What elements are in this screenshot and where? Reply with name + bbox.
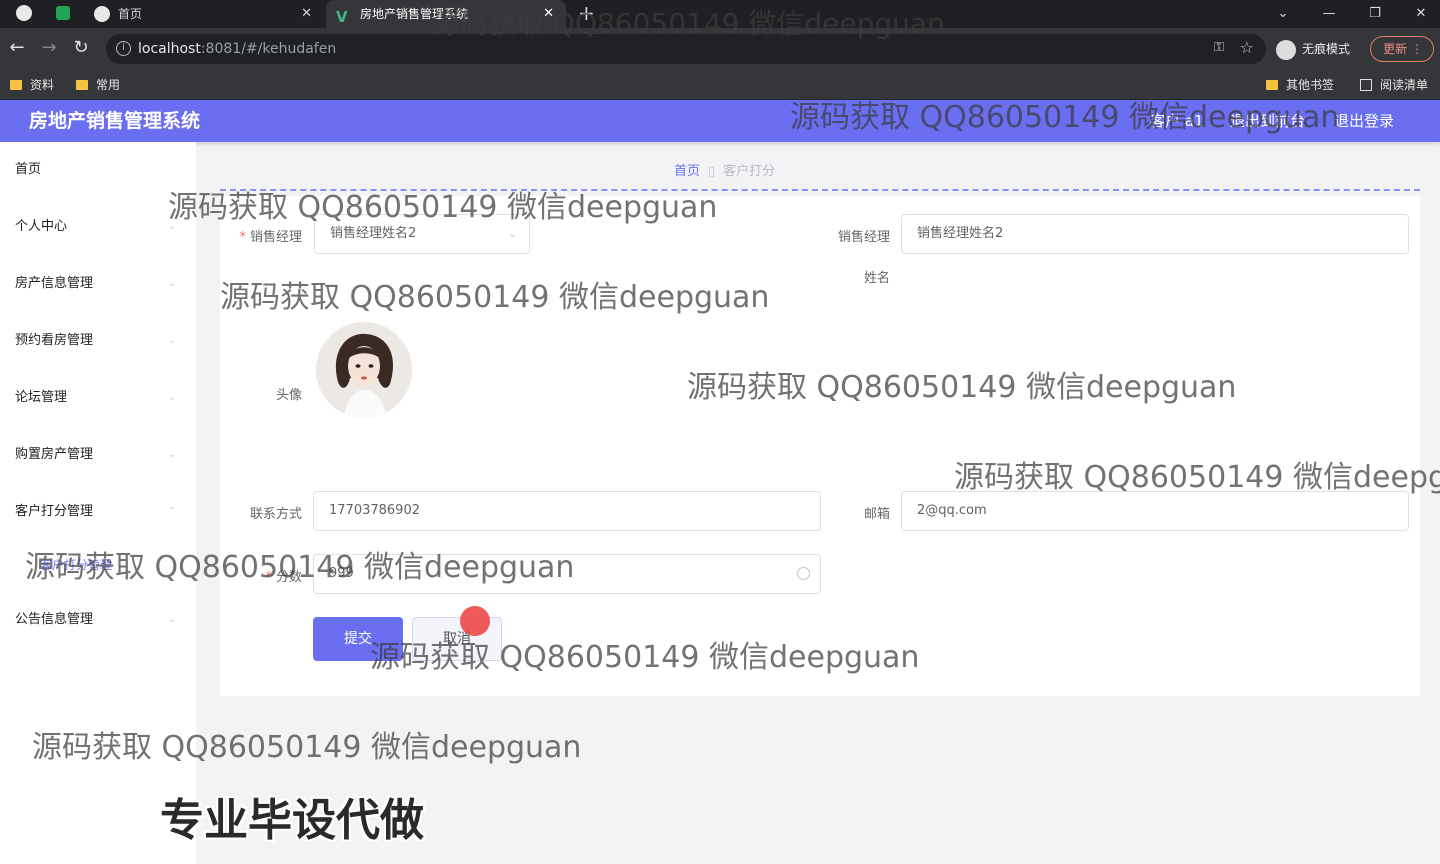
sidebar-item-purchase[interactable]: 购置房产管理 ⌄ [0, 427, 196, 483]
app-title: 房地产销售管理系统 [29, 110, 201, 132]
app-tab-icon[interactable] [56, 6, 70, 20]
avatar [316, 322, 412, 418]
score-form: * 销售经理 销售经理姓名2 ⌄ 销售经理 姓名 销售经理姓名2 头像 联系方式… [220, 196, 1420, 696]
sidebar-item-profile[interactable]: 个人中心 ⌄ [0, 199, 196, 255]
chevron-down-icon: ⌄ [167, 392, 176, 403]
sidebar-item-property[interactable]: 房产信息管理 ⌄ [0, 256, 196, 312]
tab-close-icon[interactable]: ✕ [543, 0, 554, 28]
submit-button[interactable]: 提交 [313, 617, 403, 661]
manager-name-label-2: 姓名 [863, 271, 890, 286]
vue-icon: V [336, 8, 348, 26]
browser-tab-strip: 首页 ✕ V 房地产销售管理系统 ✕ + ⌄ — ❐ ✕ [0, 0, 1440, 28]
address-bar: ← → ↻ i localhost:8081/#/kehudafen ⚿ ☆ 无… [0, 28, 1440, 70]
site-info-icon[interactable]: i [116, 41, 131, 56]
logout-link[interactable]: 退出登录 [1334, 100, 1394, 142]
bookmark-folder[interactable]: 常用 [76, 70, 120, 100]
manager-name-label: 销售经理 [837, 230, 890, 245]
breadcrumb-home[interactable]: 首页 [674, 164, 700, 179]
score-label: * 分数 [265, 570, 302, 585]
avatar-label: 头像 [275, 388, 302, 403]
sidebar-subitem-scoring[interactable]: 客户打分管理 [40, 556, 112, 573]
manager-select[interactable]: 销售经理姓名2 ⌄ [314, 214, 530, 254]
back-icon[interactable]: ← [6, 37, 28, 59]
more-vert-icon: ⋮ [1411, 42, 1423, 56]
tab-search-icon[interactable]: ⌄ [1268, 0, 1298, 28]
contact-label: 联系方式 [249, 507, 302, 522]
globe-icon [94, 6, 110, 22]
manager-name-field[interactable]: 销售经理姓名2 [901, 214, 1409, 254]
breadcrumb: 首页 ▯ 客户打分 [674, 160, 775, 179]
folder-icon [76, 80, 88, 90]
folder-icon [10, 80, 22, 90]
other-bookmarks[interactable]: 其他书签 [1266, 70, 1334, 100]
sidebar: 首页 个人中心 ⌄ 房产信息管理 ⌄ 预约看房管理 ⌄ 论坛管理 ⌄ 购置房产管理 ⌄ 客… [0, 142, 196, 864]
mouse-cursor-highlight [460, 606, 490, 636]
browser-menu-icon[interactable] [16, 5, 32, 21]
url-path: :8081/#/kehudafen [200, 41, 337, 57]
bookmark-folder[interactable]: 资料 [10, 70, 54, 100]
breadcrumb-current: 客户打分 [723, 164, 776, 179]
manager-label: * 销售经理 [239, 230, 302, 245]
sidebar-item-home[interactable]: 首页 [0, 142, 196, 198]
password-key-icon[interactable]: ⚿ [1214, 40, 1224, 55]
folder-icon [1266, 80, 1278, 90]
chevron-down-icon: ⌄ [167, 278, 176, 289]
reload-icon[interactable]: ↻ [70, 37, 92, 59]
reading-list[interactable]: 阅读清单 [1360, 70, 1428, 100]
email-label: 邮箱 [863, 507, 890, 522]
chevron-down-icon: ⌄ [167, 614, 176, 625]
chevron-down-icon: ⌄ [167, 335, 176, 346]
avatar-image [316, 322, 412, 418]
contact-field[interactable]: 17703786902 [313, 491, 821, 531]
chevron-down-icon: ⌄ [167, 449, 176, 460]
tab-home[interactable]: 首页 ✕ [84, 0, 324, 28]
promo-caption: 专业毕设代做 [160, 795, 424, 846]
divider [220, 189, 1420, 191]
restore-icon[interactable]: ❐ [1360, 0, 1390, 28]
breadcrumb-separator-icon: ▯ [708, 164, 716, 179]
minimize-icon[interactable]: — [1314, 0, 1344, 28]
clear-icon[interactable] [797, 567, 810, 580]
app-header: 房地产销售管理系统 客户 a1 退出到前台 退出登录 [0, 100, 1440, 142]
email-field[interactable]: 2@qq.com [901, 491, 1409, 531]
chevron-down-icon: ⌄ [167, 221, 176, 232]
bookmarks-bar: 资料 常用 其他书签 阅读清单 [0, 70, 1440, 100]
incognito-icon [1276, 39, 1296, 60]
bookmark-star-icon[interactable]: ☆ [1240, 38, 1254, 57]
sidebar-item-forum[interactable]: 论坛管理 ⌄ [0, 370, 196, 426]
tab-close-icon[interactable]: ✕ [301, 0, 312, 28]
chevron-down-icon: ⌄ [507, 227, 517, 240]
sidebar-item-scoring[interactable]: 客户打分管理 ⌃ [0, 484, 196, 540]
url-host: localhost [138, 41, 201, 57]
main-content: 首页 ▯ 客户打分 * 销售经理 销售经理姓名2 ⌄ 销售经理 姓名 销售经理姓名2 … [196, 142, 1440, 864]
close-window-icon[interactable]: ✕ [1406, 0, 1436, 28]
chevron-up-icon: ⌃ [167, 506, 176, 517]
current-user: 客户 a1 [1150, 112, 1204, 130]
new-tab-button[interactable]: + [578, 0, 595, 26]
score-input[interactable]: 999 [313, 554, 821, 594]
back-to-front-link[interactable]: 退出到前台 [1230, 100, 1305, 142]
forward-icon[interactable]: → [38, 37, 60, 59]
url-input[interactable]: i localhost:8081/#/kehudafen ⚿ ☆ [106, 34, 1266, 64]
incognito-indicator[interactable]: 无痕模式 [1276, 37, 1350, 61]
sidebar-item-notice[interactable]: 公告信息管理 ⌄ [0, 592, 196, 648]
update-button[interactable]: 更新 ⋮ [1370, 36, 1434, 62]
tab-system[interactable]: V 房地产销售管理系统 ✕ [326, 0, 566, 28]
reading-list-icon [1360, 79, 1372, 91]
sidebar-item-viewing[interactable]: 预约看房管理 ⌄ [0, 313, 196, 369]
